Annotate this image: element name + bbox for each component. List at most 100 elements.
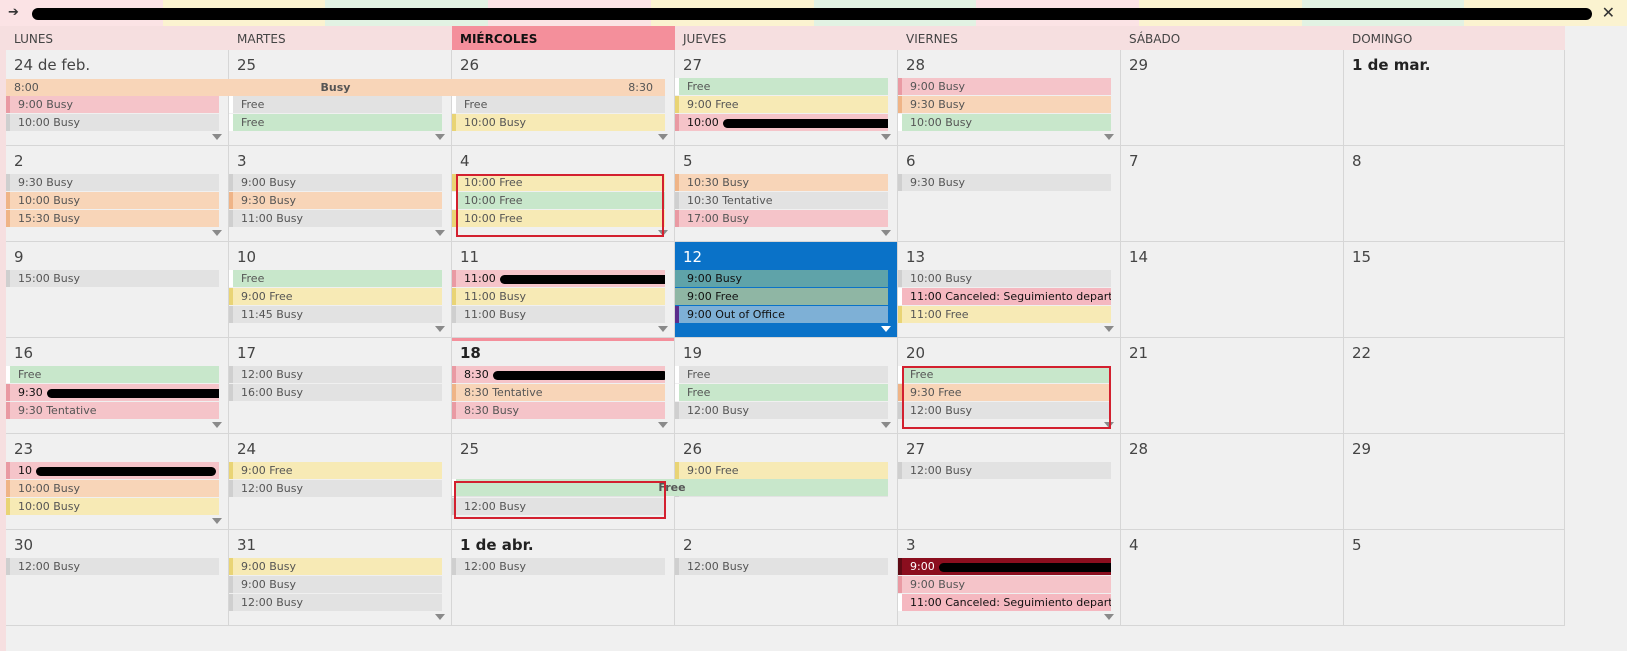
day-cell[interactable]: 12 9:00 Busy 9:00 Free 9:00 Out of Office — [675, 242, 898, 338]
calendar-event[interactable]: 9:30 Busy — [229, 192, 442, 209]
more-events-arrow-icon[interactable] — [212, 134, 222, 140]
more-events-arrow-icon[interactable] — [881, 422, 891, 428]
day-cell[interactable]: 8 — [1344, 146, 1565, 242]
more-events-arrow-icon[interactable] — [212, 518, 222, 524]
day-cell[interactable]: 30 12:00 Busy — [6, 530, 229, 626]
calendar-event[interactable]: 12:00 Busy — [229, 594, 442, 611]
calendar-event[interactable]: Free — [675, 78, 888, 95]
day-cell[interactable]: 10 Free 9:00 Free 11:45 Busy — [229, 242, 452, 338]
calendar-event[interactable]: Free — [229, 270, 442, 287]
day-cell[interactable]: 28 — [1121, 434, 1344, 530]
calendar-event[interactable]: 16:00 Busy — [229, 384, 442, 401]
calendar-event[interactable]: 10:00 Busy — [6, 480, 219, 497]
calendar-event[interactable]: Free — [675, 384, 888, 401]
close-icon[interactable]: ✕ — [1602, 3, 1615, 22]
calendar-event[interactable]: 10:30 Busy — [675, 174, 888, 191]
day-cell[interactable]: 4 — [1121, 530, 1344, 626]
calendar-event[interactable]: 8:30 Tentative — [452, 384, 665, 401]
day-cell[interactable]: 20 Free 9:30 Free 12:00 Busy — [898, 338, 1121, 434]
calendar-event[interactable]: 10:00 Free — [452, 210, 665, 227]
calendar-event[interactable]: 9:00 Free — [675, 462, 888, 479]
calendar-event[interactable]: 9:00 Busy — [898, 78, 1111, 95]
calendar-event[interactable]: 10:00 Busy — [452, 114, 665, 131]
calendar-event[interactable]: 10:00 Free — [452, 174, 665, 191]
calendar-event[interactable]: 12:00 Busy — [898, 462, 1111, 479]
day-cell[interactable]: 5 — [1344, 530, 1565, 626]
more-events-arrow-icon[interactable] — [1104, 326, 1114, 332]
more-events-arrow-icon[interactable] — [1104, 134, 1114, 140]
day-cell[interactable]: 11 11:00 11:00 Busy 11:00 Busy — [452, 242, 675, 338]
more-events-arrow-icon[interactable] — [658, 134, 668, 140]
day-cell[interactable]: 5 10:30 Busy 10:30 Tentative 17:00 Busy — [675, 146, 898, 242]
calendar-event[interactable]: Free — [452, 96, 665, 113]
more-events-arrow-icon[interactable] — [1104, 614, 1114, 620]
calendar-event[interactable]: 9:00 Busy — [675, 270, 888, 287]
day-cell[interactable]: 26 Free 10:00 Busy — [452, 50, 675, 146]
day-cell[interactable]: 24 de feb. 9:00 Busy 10:00 Busy — [6, 50, 229, 146]
day-cell[interactable]: 14 — [1121, 242, 1344, 338]
day-cell[interactable]: 31 9:00 Busy 9:00 Busy 12:00 Busy — [229, 530, 452, 626]
calendar-event[interactable]: 11:00 Busy — [452, 306, 665, 323]
calendar-event[interactable]: 10:00 — [675, 114, 888, 131]
day-cell[interactable]: 16 Free 9:30 9:30 Tentative — [6, 338, 229, 434]
calendar-event[interactable]: 9:00 Busy — [229, 174, 442, 191]
calendar-event[interactable]: 15:00 Busy — [6, 270, 219, 287]
calendar-event[interactable]: 10:00 Busy — [6, 498, 219, 515]
more-events-arrow-icon[interactable] — [435, 326, 445, 332]
more-events-arrow-icon[interactable] — [212, 230, 222, 236]
day-cell[interactable]: 23 10 10:00 Busy 10:00 Busy — [6, 434, 229, 530]
more-events-arrow-icon[interactable] — [435, 134, 445, 140]
all-day-free-event[interactable]: Free — [452, 479, 888, 496]
more-events-arrow-icon[interactable] — [212, 422, 222, 428]
calendar-event[interactable]: 9:00 — [898, 558, 1111, 575]
calendar-event[interactable]: Free — [229, 114, 442, 131]
calendar-event[interactable]: 10:00 Free — [452, 192, 665, 209]
day-cell[interactable]: 21 — [1121, 338, 1344, 434]
calendar-event[interactable]: 8:30 — [452, 366, 665, 383]
more-events-arrow-icon[interactable] — [435, 614, 445, 620]
calendar-event[interactable]: 9:30 Free — [898, 384, 1111, 401]
calendar-event[interactable]: 9:00 Busy — [898, 576, 1111, 593]
day-cell[interactable]: 2 9:30 Busy 10:00 Busy 15:30 Busy — [6, 146, 229, 242]
calendar-event[interactable]: 9:30 Busy — [898, 96, 1111, 113]
calendar-event[interactable]: 11:00 Canceled: Seguimiento departa... — [898, 594, 1111, 611]
calendar-event[interactable]: 11:00 Canceled: Seguimiento departa... — [898, 288, 1111, 305]
day-cell[interactable]: 9 15:00 Busy — [6, 242, 229, 338]
calendar-event[interactable]: Free — [6, 366, 219, 383]
calendar-event[interactable]: 12:00 Busy — [6, 558, 219, 575]
calendar-event[interactable]: 10:00 Busy — [898, 114, 1111, 131]
calendar-event[interactable]: 12:00 Busy — [898, 402, 1111, 419]
more-events-arrow-icon[interactable] — [881, 134, 891, 140]
day-cell[interactable]: 3 9:00 9:00 Busy 11:00 Canceled: Seguimient… — [898, 530, 1121, 626]
day-cell[interactable]: 19 Free Free 12:00 Busy — [675, 338, 898, 434]
more-events-arrow-icon[interactable] — [881, 326, 891, 332]
day-cell[interactable]: 15 — [1344, 242, 1565, 338]
calendar-event[interactable]: 15:30 Busy — [6, 210, 219, 227]
calendar-event[interactable]: 9:00 Busy — [229, 576, 442, 593]
calendar-event[interactable]: 9:00 Out of Office — [675, 306, 888, 323]
day-cell[interactable]: 7 — [1121, 146, 1344, 242]
more-events-arrow-icon[interactable] — [658, 326, 668, 332]
calendar-event[interactable]: 12:00 Busy — [229, 480, 442, 497]
day-cell[interactable]: 6 9:30 Busy — [898, 146, 1121, 242]
all-day-event[interactable]: 8:00 Busy 8:30 — [6, 79, 665, 96]
calendar-event[interactable]: Free — [675, 366, 888, 383]
day-cell[interactable]: 4 10:00 Free 10:00 Free 10:00 Free — [452, 146, 675, 242]
calendar-event[interactable]: 9:00 Free — [675, 96, 888, 113]
day-cell[interactable]: 29 — [1121, 50, 1344, 146]
day-cell[interactable]: 24 9:00 Free 12:00 Busy — [229, 434, 452, 530]
calendar-event[interactable]: 9:00 Free — [229, 288, 442, 305]
calendar-event[interactable]: 10:00 Busy — [6, 114, 219, 131]
day-cell[interactable]: 22 — [1344, 338, 1565, 434]
more-events-arrow-icon[interactable] — [881, 230, 891, 236]
day-cell[interactable]: 25 Free Free — [229, 50, 452, 146]
day-cell[interactable]: 2 12:00 Busy — [675, 530, 898, 626]
day-cell[interactable]: 28 9:00 Busy 9:30 Busy 10:00 Busy — [898, 50, 1121, 146]
more-events-arrow-icon[interactable] — [435, 230, 445, 236]
more-events-arrow-icon[interactable] — [1104, 422, 1114, 428]
calendar-event[interactable]: 9:00 Free — [675, 288, 888, 305]
calendar-event[interactable]: 11:00 Free — [898, 306, 1111, 323]
day-cell[interactable]: 13 10:00 Busy 11:00 Canceled: Seguimiento … — [898, 242, 1121, 338]
calendar-event[interactable]: 11:00 Busy — [452, 288, 665, 305]
calendar-event[interactable]: 12:00 Busy — [675, 402, 888, 419]
